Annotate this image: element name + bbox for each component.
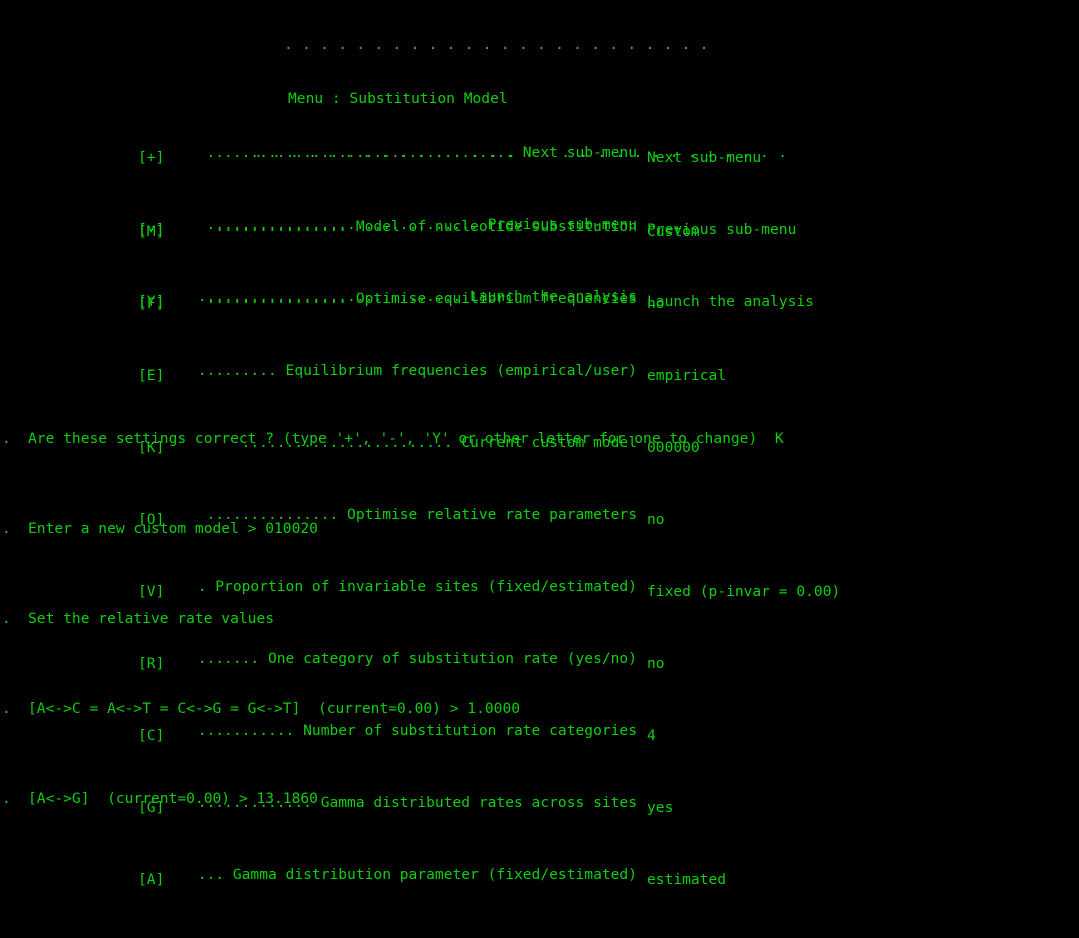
menu-leader-next-submenu: ................................... Next… (206, 144, 637, 161)
prompt-line-settings-correct: . Are these settings correct ? (type '+',… (0, 430, 1079, 466)
prompt-line-enter-custom-model: . Enter a new custom model > 010020 (0, 520, 1079, 556)
menu-value-m: Custom (647, 223, 700, 240)
menu-item-optimise-equilibrium-frequencies[interactable]: [F] ................ Optimise equilibrium… (138, 290, 840, 312)
menu-key-m: [M] (138, 223, 165, 240)
prompt-text-set-relative-rate-values: Set the relative rate values (28, 610, 275, 627)
prompt-text-settings-correct: Are these settings correct ? (type '+', … (28, 430, 784, 447)
menu-value-f: no (647, 295, 665, 312)
prompt-marker-3: . (2, 700, 11, 717)
menu-leader-f: ................ Optimise equilibrium fr… (206, 290, 637, 307)
header-rule-top: . . . . . . . . . . . . . . . . . . . . … (284, 36, 709, 53)
prompt-line-rate-ag: . [A<->G] (current=0.00) > 13.1860 (0, 790, 1079, 826)
prompt-line-rate-ac-at-cg-gt: . [A<->C = A<->T = C<->G = G<->T] (curren… (0, 700, 1079, 736)
prompt-marker-2: . (2, 610, 11, 627)
prompt-marker-1: . (2, 520, 11, 537)
menu-item-model-of-nucleotide-substitution[interactable]: [M] ............... Model of nucleotide s… (138, 218, 840, 240)
prompt-text-enter-custom-model: Enter a new custom model > 010020 (28, 520, 318, 537)
menu-leader-m: ............... Model of nucleotide subs… (215, 218, 637, 235)
prompt-line-set-relative-rate-values: . Set the relative rate values (0, 610, 1079, 646)
menu-item-next-submenu[interactable]: [+]................................... N… (138, 144, 814, 166)
prompt-text-rate-ag: [A<->G] (current=0.00) > 13.1860 (28, 790, 318, 807)
prompt-text-rate-ac-at-cg-gt: [A<->C = A<->T = C<->G = G<->T] (current… (28, 700, 521, 717)
menu-key-f: [F] (138, 295, 165, 312)
prompt-marker-0: . (2, 430, 11, 447)
terminal-screen: . . . . . . . . . . . . . . . . . . . . … (0, 0, 1079, 888)
prompt-marker-4: . (2, 790, 11, 807)
prompt-log: . Are these settings correct ? (type '+',… (0, 376, 1079, 880)
